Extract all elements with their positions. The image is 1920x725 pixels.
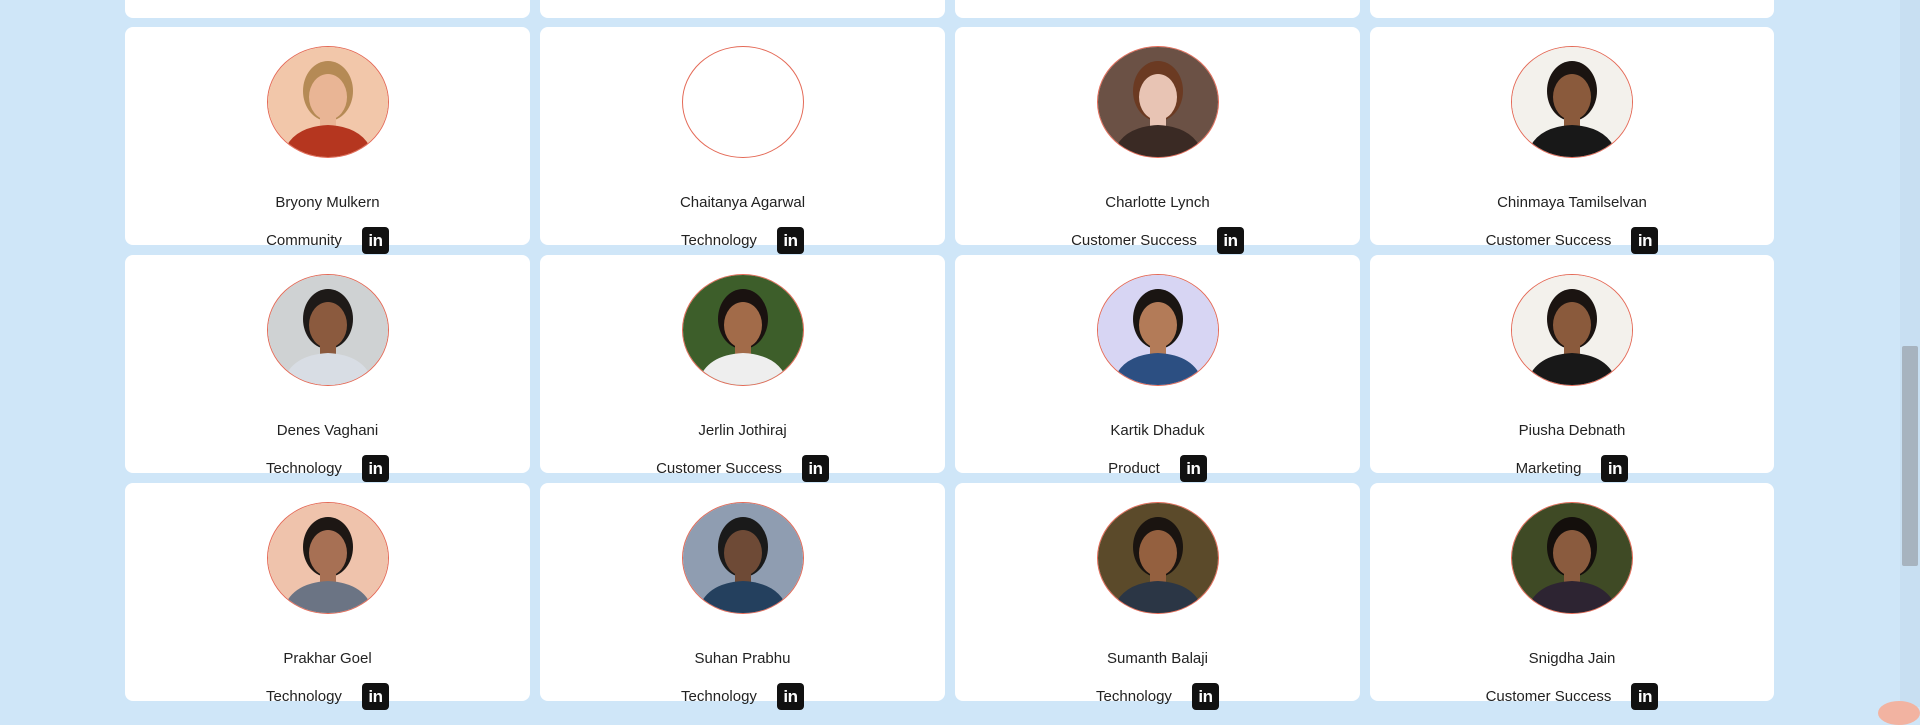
member-meta: Marketing in: [1370, 455, 1774, 482]
team-card: Piusha Debnath Marketing in: [1370, 255, 1774, 482]
team-card: Snigdha Jain Customer Success in: [1370, 483, 1774, 710]
member-name: Chinmaya Tamilselvan: [1497, 194, 1647, 211]
team-card: Prakhar Goel Technology in: [125, 483, 530, 710]
member-name: Jerlin Jothiraj: [698, 422, 787, 439]
member-meta: Technology in: [955, 683, 1360, 710]
member-name: Snigdha Jain: [1528, 650, 1616, 667]
member-meta: Product in: [955, 455, 1360, 482]
linkedin-icon[interactable]: in: [361, 683, 389, 710]
avatar: [1096, 46, 1219, 158]
team-card: Suhan Prabhu Technology in: [540, 483, 945, 710]
chat-launcher-icon[interactable]: [1878, 701, 1920, 725]
member-meta: Customer Success in: [540, 455, 945, 482]
linkedin-icon[interactable]: in: [776, 683, 804, 710]
linkedin-icon[interactable]: in: [1216, 227, 1244, 254]
member-department: Technology: [266, 687, 342, 705]
linkedin-icon[interactable]: in: [1631, 227, 1659, 254]
team-card: Kartik Dhaduk Product in: [955, 255, 1360, 482]
team-card-partial: [540, 0, 945, 18]
avatar: [1096, 274, 1219, 386]
team-card: Denes Vaghani Technology in: [125, 255, 530, 482]
scrollbar-thumb[interactable]: [1902, 346, 1918, 566]
member-department: Customer Success: [1071, 231, 1197, 249]
member-meta: Technology in: [125, 683, 530, 710]
member-name: Kartik Dhaduk: [1110, 422, 1205, 439]
member-meta: Customer Success in: [955, 227, 1360, 254]
avatar: [266, 502, 389, 614]
team-card: Sumanth Balaji Technology in: [955, 483, 1360, 710]
member-department: Technology: [681, 687, 757, 705]
avatar: [1511, 46, 1633, 158]
member-department: Technology: [266, 459, 342, 477]
member-name: Prakhar Goel: [283, 650, 372, 667]
avatar: [1096, 502, 1219, 614]
team-card: Charlotte Lynch Customer Success in: [955, 27, 1360, 254]
member-meta: Technology in: [125, 455, 530, 482]
linkedin-icon[interactable]: in: [801, 455, 829, 482]
team-card-partial: [955, 0, 1360, 18]
avatar: [681, 274, 804, 386]
linkedin-icon[interactable]: in: [1179, 455, 1207, 482]
member-meta: Community in: [125, 227, 530, 254]
member-department: Technology: [1096, 687, 1172, 705]
team-card: Chaitanya Agarwal Technology in: [540, 27, 945, 254]
linkedin-icon[interactable]: in: [1631, 683, 1659, 710]
member-department: Community: [266, 231, 342, 249]
member-meta: Technology in: [540, 227, 945, 254]
linkedin-icon[interactable]: in: [361, 455, 389, 482]
team-card: Jerlin Jothiraj Customer Success in: [540, 255, 945, 482]
member-name: Piusha Debnath: [1518, 422, 1626, 439]
member-name: Sumanth Balaji: [1107, 650, 1208, 667]
linkedin-icon[interactable]: in: [1601, 455, 1629, 482]
team-card-partial: [1370, 0, 1774, 18]
member-name: Denes Vaghani: [276, 422, 379, 439]
team-card-partial: [125, 0, 530, 18]
avatar: [681, 502, 804, 614]
scrollbar[interactable]: [1900, 0, 1920, 707]
member-name: Chaitanya Agarwal: [679, 194, 806, 211]
member-department: Product: [1108, 459, 1160, 477]
linkedin-icon[interactable]: in: [361, 227, 389, 254]
avatar: [266, 274, 389, 386]
member-name: Suhan Prabhu: [694, 650, 791, 667]
team-card: Chinmaya Tamilselvan Customer Success in: [1370, 27, 1774, 254]
avatar: [266, 46, 389, 158]
member-department: Marketing: [1515, 459, 1582, 477]
avatar: [681, 46, 804, 158]
team-card: Bryony Mulkern Community in: [125, 27, 530, 254]
member-department: Technology: [681, 231, 757, 249]
avatar: [1511, 502, 1633, 614]
linkedin-icon[interactable]: in: [776, 227, 804, 254]
member-department: Customer Success: [1485, 687, 1612, 705]
member-name: Bryony Mulkern: [275, 194, 380, 211]
member-department: Customer Success: [656, 459, 782, 477]
member-meta: Technology in: [540, 683, 945, 710]
member-name: Charlotte Lynch: [1105, 194, 1210, 211]
member-meta: Customer Success in: [1370, 227, 1774, 254]
avatar: [1511, 274, 1633, 386]
member-meta: Customer Success in: [1370, 683, 1774, 710]
member-department: Customer Success: [1485, 231, 1612, 249]
linkedin-icon[interactable]: in: [1191, 683, 1219, 710]
